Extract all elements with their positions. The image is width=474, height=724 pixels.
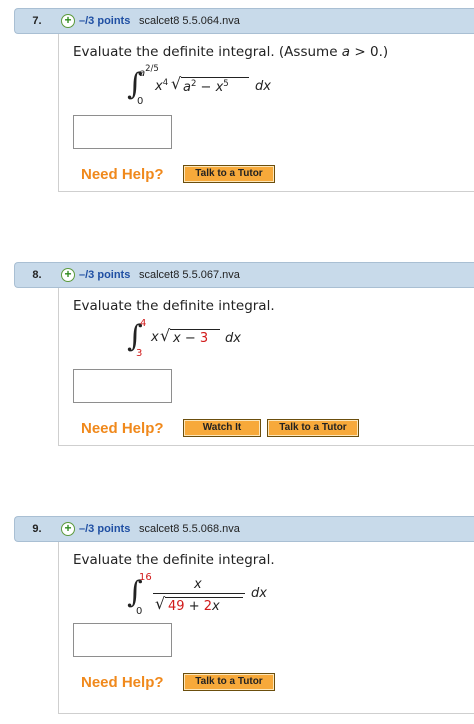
lower-limit: 0 [136,606,143,617]
watch-it-button[interactable]: Watch It [183,419,261,437]
lower-limit: 0 [137,96,144,107]
radicand: a2 − x5 [183,79,229,95]
question-body: Evaluate the definite integral. ∫ 4 3 x … [58,288,474,446]
sqrt-symbol: √ [155,594,166,613]
sqrt-bar [170,329,220,330]
denominator: 49 + 2x [168,599,220,614]
sqrt-symbol: √ [171,74,182,93]
talk-to-tutor-button[interactable]: Talk to a Tutor [183,673,275,691]
question-number: 7. [32,15,42,27]
points-label: –/3 points [79,269,131,281]
answer-input[interactable] [73,623,172,657]
integral-expression: ∫ 4 3 x √ x − 3 dx [127,318,327,362]
sqrt-symbol: √ [160,326,171,345]
upper-limit: 4 [140,318,147,329]
sqrt-bar [165,597,243,598]
question-prompt: Evaluate the definite integral. [73,552,275,568]
need-help-label: Need Help? [81,420,164,437]
fraction-bar [153,593,245,594]
question-number: 9. [32,523,42,535]
plus-circle-icon[interactable]: + [61,268,75,282]
question-prompt: Evaluate the definite integral. [73,298,275,314]
question-7: 7. + –/3 points scalcet8 5.5.064.nva Eva… [14,8,474,208]
question-8: 8. + –/3 points scalcet8 5.5.067.nva Eva… [14,262,474,462]
integral-expression: ∫ a2/5 0 x4 √ a2 − x5 dx [127,64,327,110]
lower-limit: 3 [136,348,143,359]
problem-code: scalcet8 5.5.068.nva [139,523,240,535]
question-header: 9. + –/3 points scalcet8 5.5.068.nva [14,516,474,542]
upper-limit: a2/5 [139,64,159,79]
problem-code: scalcet8 5.5.067.nva [139,269,240,281]
plus-circle-icon[interactable]: + [61,522,75,536]
upper-limit: 16 [139,572,152,583]
differential: dx [255,79,271,94]
points-label: –/3 points [79,15,131,27]
differential: dx [225,331,241,346]
question-header: 8. + –/3 points scalcet8 5.5.067.nva [14,262,474,288]
points-label: –/3 points [79,523,131,535]
integrand-factor: x4 [155,78,169,94]
question-body: Evaluate the definite integral. ∫ 16 0 x… [58,542,474,714]
sqrt-bar [181,77,249,78]
question-prompt: Evaluate the definite integral. (Assume … [73,44,389,60]
question-number: 8. [32,269,42,281]
problem-code: scalcet8 5.5.064.nva [139,15,240,27]
question-body: Evaluate the definite integral. (Assume … [58,34,474,192]
question-9: 9. + –/3 points scalcet8 5.5.068.nva Eva… [14,516,474,716]
question-header: 7. + –/3 points scalcet8 5.5.064.nva [14,8,474,34]
answer-input[interactable] [73,369,172,403]
plus-circle-icon[interactable]: + [61,14,75,28]
radicand: x − 3 [173,331,209,346]
talk-to-tutor-button[interactable]: Talk to a Tutor [267,419,359,437]
differential: dx [251,586,267,601]
need-help-label: Need Help? [81,674,164,691]
numerator: x [194,577,202,592]
integral-expression: ∫ 16 0 x √ 49 + 2x dx [127,572,327,622]
answer-input[interactable] [73,115,172,149]
need-help-label: Need Help? [81,166,164,183]
talk-to-tutor-button[interactable]: Talk to a Tutor [183,165,275,183]
integrand-factor: x [151,330,159,345]
